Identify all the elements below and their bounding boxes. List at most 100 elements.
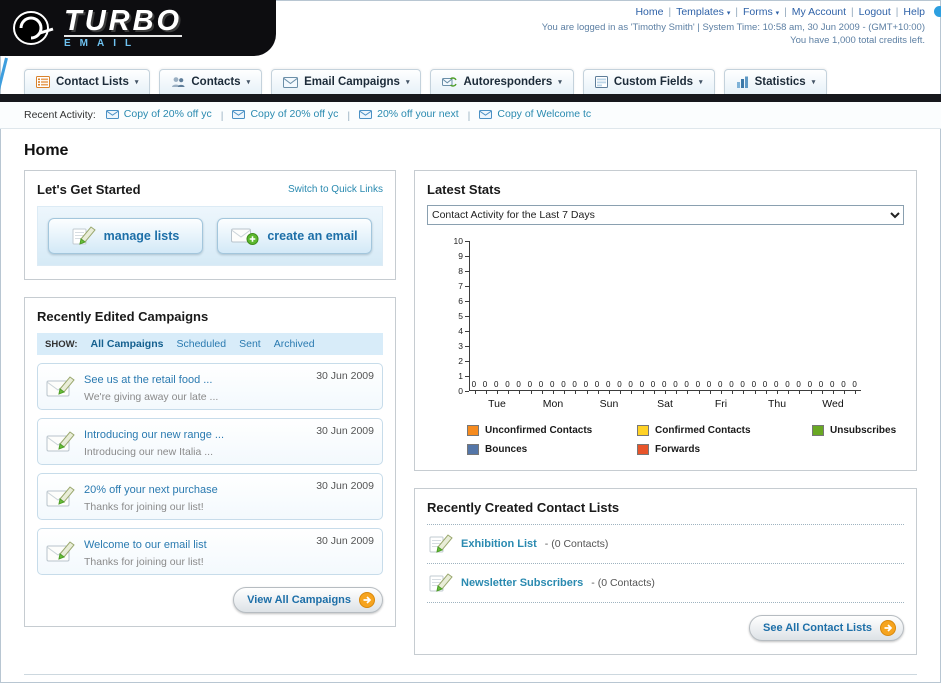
campaign-date: 30 Jun 2009 (316, 370, 374, 382)
link-separator: | (735, 7, 738, 18)
chart-value-label: 0 (572, 380, 577, 389)
chart-value-label: 0 (594, 380, 600, 389)
chevron-down-icon: ▾ (775, 10, 780, 17)
chart-value-label: 0 (807, 380, 813, 389)
campaign-title-link[interactable]: Introducing our new range ... (84, 429, 224, 441)
top-link-templates[interactable]: Templates ▾ (676, 6, 730, 18)
campaign-item[interactable]: See us at the retail food ... We're givi… (37, 363, 383, 410)
top-link-forms[interactable]: Forms ▾ (743, 6, 779, 18)
legend-item: Confirmed Contacts (637, 425, 812, 436)
campaign-title-link[interactable]: See us at the retail food ... (84, 374, 212, 386)
chart-value-label: 0 (762, 380, 768, 389)
logo-subtitle: EMAIL (64, 35, 183, 49)
page-title: Home (24, 142, 69, 159)
chart-day-label: Tue (488, 398, 506, 410)
credits-info: You have 1,000 total credits left. (790, 35, 925, 46)
tab-email-campaigns[interactable]: Email Campaigns ▾ (271, 69, 422, 94)
top-link-help[interactable]: Help (903, 6, 925, 18)
legend-swatch (637, 425, 649, 436)
recently-edited-campaigns-panel: Recently Edited Campaigns SHOW: All Camp… (24, 297, 396, 627)
chart-value-label: 0 (505, 380, 510, 389)
contact-list-item[interactable]: Exhibition List - (0 Contacts) (427, 525, 904, 564)
legend-label: Unsubscribes (830, 425, 897, 436)
chart-value-label: 0 (561, 380, 566, 389)
campaign-subtitle: We're giving away our late ... (84, 391, 219, 403)
campaign-title-link[interactable]: Welcome to our email list (84, 539, 207, 551)
manage-lists-button[interactable]: manage lists (48, 218, 203, 254)
recent-activity-item[interactable]: 20% off your next (359, 108, 459, 120)
campaign-item[interactable]: Introducing our new range ... Introducin… (37, 418, 383, 465)
chart-value-label: 0 (684, 380, 689, 389)
chevron-down-icon: ▾ (558, 79, 562, 86)
tab-contact-lists[interactable]: Contact Lists ▾ (24, 69, 151, 94)
chart-value-label: 0 (740, 380, 745, 389)
tab-label: Email Campaigns (304, 76, 400, 88)
recent-activity-item[interactable]: Copy of Welcome tc (479, 108, 591, 120)
recent-activity-item[interactable]: Copy of 20% off yc (232, 108, 338, 120)
recent-activity-item[interactable]: Copy of 20% off yc (105, 108, 212, 120)
pencil-icon (429, 573, 453, 593)
chart-ytick: 3 (458, 341, 463, 351)
legend-swatch (812, 425, 824, 436)
tab-statistics[interactable]: Statistics ▾ (723, 69, 828, 94)
statistics-icon (736, 76, 749, 88)
campaigns-title: Recently Edited Campaigns (37, 309, 209, 324)
arrow-circle-icon (359, 592, 375, 608)
tab-contacts[interactable]: Contacts ▾ (159, 69, 263, 94)
top-link-my-account[interactable]: My Account (792, 6, 846, 18)
pencil-icon (429, 534, 453, 554)
contact-list-count: - (0 Contacts) (544, 538, 609, 550)
switch-quick-links-link[interactable]: Switch to Quick Links (288, 184, 383, 195)
chart-value-label: 0 (695, 380, 701, 389)
campaign-subtitle: Thanks for joining our list! (84, 556, 204, 568)
see-all-contact-lists-button[interactable]: See All Contact Lists (748, 615, 904, 641)
chart-day-label: Fri (714, 398, 728, 410)
manage-lists-label: manage lists (103, 229, 180, 243)
filter-all-campaigns[interactable]: All Campaigns (91, 338, 164, 350)
chart-value-label: 0 (639, 380, 645, 389)
envelope-pencil-icon (46, 535, 76, 568)
contact-list-link[interactable]: Exhibition List (461, 538, 537, 550)
chart-value-label: 0 (818, 380, 824, 389)
filter-archived[interactable]: Archived (274, 338, 315, 350)
login-info: You are logged in as 'Timothy Smith' | S… (541, 22, 925, 33)
activity-separator: | (467, 109, 471, 122)
campaign-item[interactable]: Welcome to our email list Thanks for joi… (37, 528, 383, 575)
filter-sent[interactable]: Sent (239, 338, 261, 350)
chevron-down-icon: ▾ (726, 10, 731, 17)
chevron-down-icon: ▾ (246, 79, 251, 86)
campaign-filter-bar: SHOW: All Campaigns Scheduled Sent Archived (37, 333, 383, 355)
contact-list-item[interactable]: Newsletter Subscribers - (0 Contacts) (427, 564, 904, 603)
chart-value-label: 0 (494, 380, 499, 389)
chart-ytick: 7 (458, 281, 463, 291)
legend-item: Unconfirmed Contacts (467, 425, 637, 436)
legend-item: Forwards (637, 444, 812, 455)
campaign-subtitle: Thanks for joining our list! (84, 501, 204, 513)
recent-activity-bar: Recent Activity: Copy of 20% off yc | Copy… (0, 102, 941, 129)
chart-value-label: 0 (729, 380, 734, 389)
chart-value-label: 0 (662, 380, 667, 389)
filter-scheduled[interactable]: Scheduled (176, 338, 226, 350)
legend-label: Confirmed Contacts (655, 425, 751, 436)
arrow-circle-icon (880, 620, 896, 636)
tab-autoresponders[interactable]: Autoresponders ▾ (430, 69, 574, 94)
create-email-button[interactable]: create an email (217, 218, 372, 254)
top-link-home[interactable]: Home (635, 6, 663, 18)
contact-list-link[interactable]: Newsletter Subscribers (461, 577, 583, 589)
decor-dot (934, 6, 941, 17)
stats-period-select[interactable]: Contact Activity for the Last 7 Days (427, 205, 904, 225)
chart-day-label: Mon (542, 398, 564, 410)
view-all-campaigns-button[interactable]: View All Campaigns (233, 587, 383, 613)
get-started-title: Let's Get Started (37, 182, 141, 197)
view-all-campaigns-label: View All Campaigns (247, 594, 351, 606)
chart-ytick: 1 (458, 371, 463, 381)
chevron-down-icon: ▾ (134, 79, 139, 86)
chart-value-label: 0 (751, 380, 757, 389)
activity-separator: | (347, 109, 351, 122)
contact-lists-title: Recently Created Contact Lists (427, 500, 620, 515)
tab-custom-fields[interactable]: Custom Fields ▾ (582, 69, 715, 94)
campaign-title-link[interactable]: 20% off your next purchase (84, 484, 218, 496)
campaign-item[interactable]: 20% off your next purchase Thanks for jo… (37, 473, 383, 520)
top-link-logout[interactable]: Logout (859, 6, 891, 18)
chart-value-label: 0 (774, 380, 779, 389)
